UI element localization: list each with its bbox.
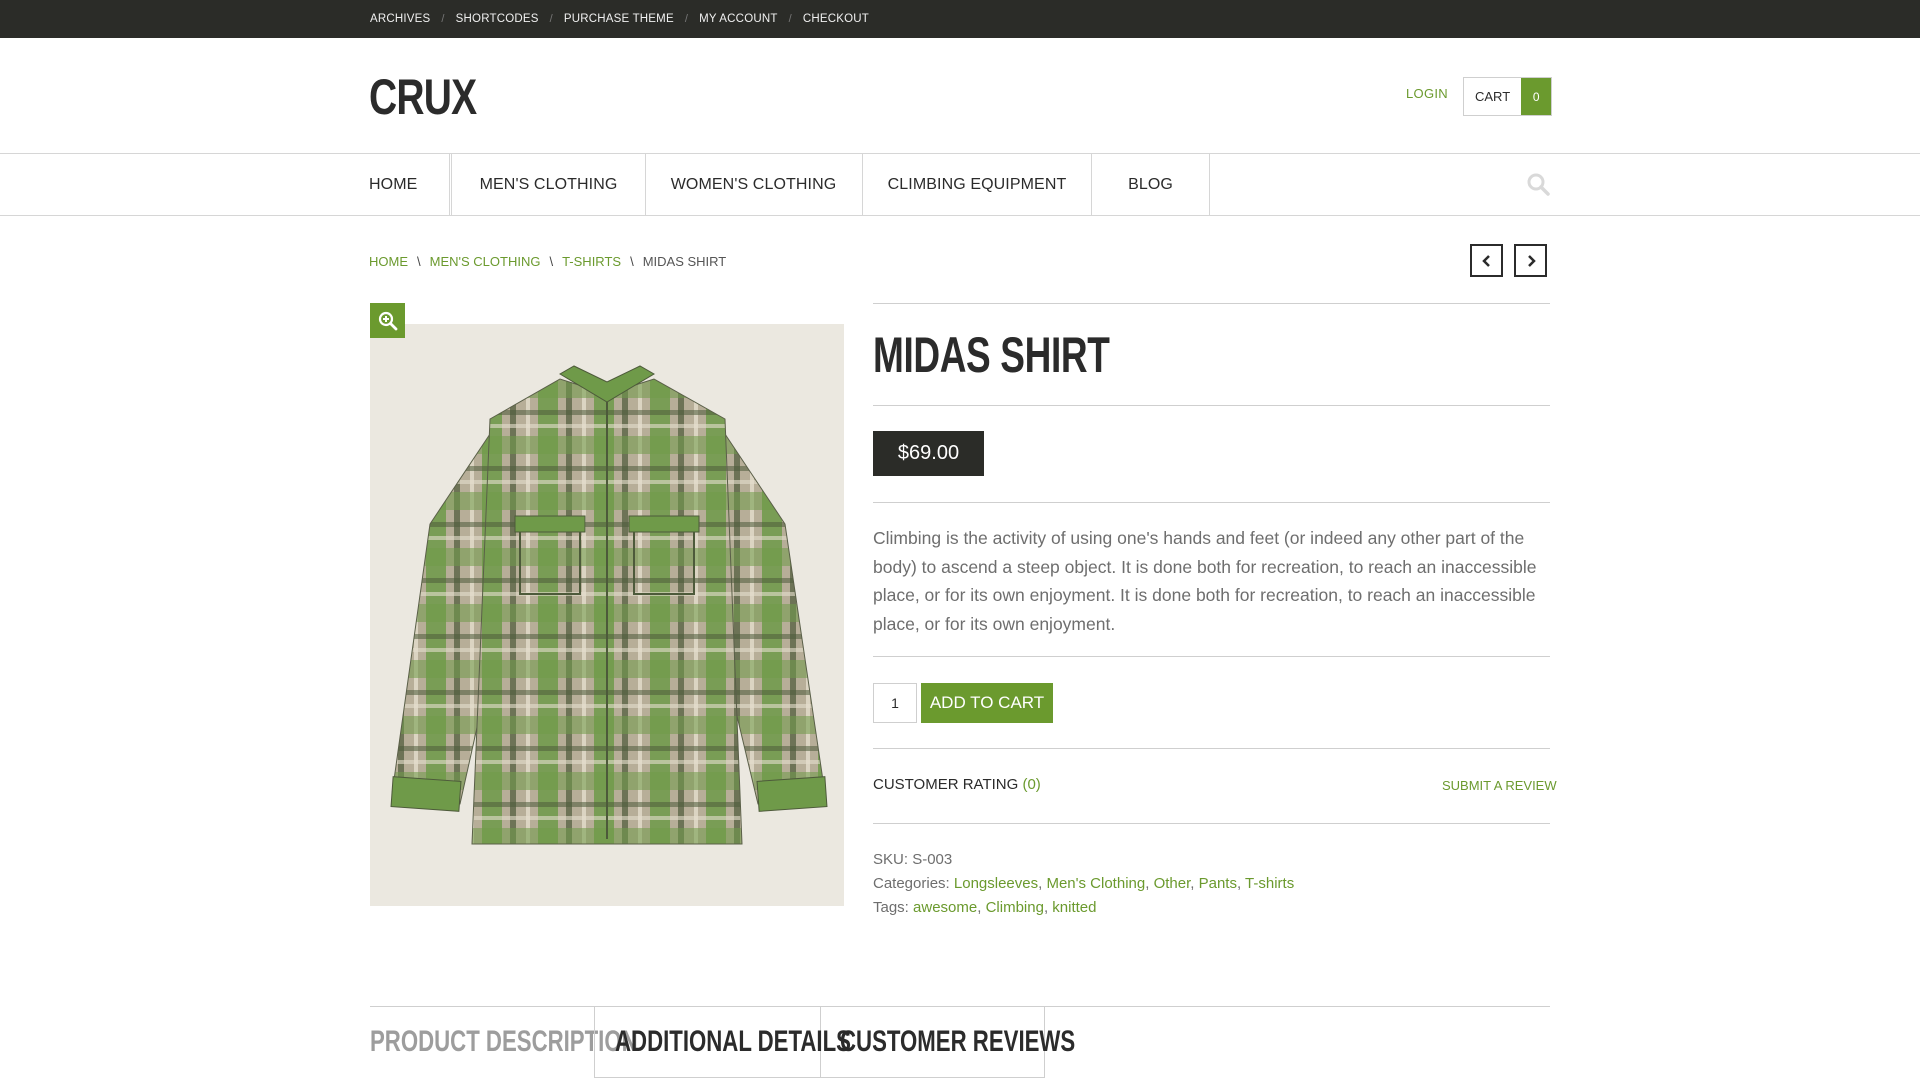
product-price: $69.00 [873, 431, 984, 476]
top-link-checkout[interactable]: CHECKOUT [803, 13, 869, 25]
product-categories: Categories: Longsleeves, Men's Clothing,… [873, 875, 1295, 892]
submit-review-link[interactable]: SUBMIT A REVIEW [1442, 778, 1557, 793]
rating-count[interactable]: (0) [1022, 776, 1040, 793]
product-description: Climbing is the activity of using one's … [873, 528, 1537, 634]
tag-link[interactable]: knitted [1052, 899, 1096, 916]
tab-product-description[interactable]: PRODUCT DESCRIPTION [370, 1006, 638, 1078]
category-link[interactable]: Pants [1199, 875, 1237, 892]
tag-link[interactable]: Climbing [986, 899, 1044, 916]
product-image[interactable] [370, 324, 844, 906]
search-icon[interactable] [1526, 172, 1550, 196]
nav-item-mens-clothing[interactable]: MEN'S CLOTHING [451, 154, 646, 215]
divider [873, 748, 1550, 749]
chevron-right-icon [1527, 254, 1536, 267]
zoom-button[interactable] [370, 303, 405, 338]
prev-product-button[interactable] [1470, 244, 1503, 277]
top-link-separator: / [549, 13, 553, 25]
categories-label: Categories: [873, 875, 950, 892]
top-link-purchase-theme[interactable]: PURCHASE THEME [564, 13, 674, 25]
category-link[interactable]: Men's Clothing [1046, 875, 1145, 892]
nav-item-womens-clothing[interactable]: WOMEN'S CLOTHING [645, 154, 863, 215]
top-link-separator: / [684, 13, 689, 25]
category-link[interactable]: T-shirts [1245, 875, 1294, 892]
tab-customer-reviews[interactable]: CUSTOMER REVIEWS [820, 1006, 1075, 1078]
top-link-separator: / [441, 13, 445, 25]
main-nav: HOME MEN'S CLOTHING WOMEN'S CLOTHING CLI… [0, 153, 1920, 216]
top-link-separator: / [788, 13, 792, 25]
tab-additional-details[interactable]: ADDITIONAL DETAILS [594, 1006, 851, 1078]
login-link[interactable]: LOGIN [1406, 86, 1448, 101]
breadcrumb-separator: \ [630, 254, 634, 269]
top-links: ARCHIVES / SHORTCODES / PURCHASE THEME /… [370, 0, 869, 38]
site-logo[interactable]: CRUX [369, 68, 477, 126]
divider [873, 405, 1550, 406]
breadcrumb-mens-clothing[interactable]: MEN'S CLOTHING [430, 254, 541, 269]
breadcrumb-current: MIDAS SHIRT [642, 254, 727, 269]
top-bar: ARCHIVES / SHORTCODES / PURCHASE THEME /… [0, 0, 1920, 38]
nav-item-home[interactable]: HOME [369, 154, 450, 215]
tab-label: CUSTOMER REVIEWS [840, 1024, 1076, 1058]
cart-button[interactable]: CART 0 [1463, 77, 1553, 116]
top-link-archives[interactable]: ARCHIVES [370, 13, 430, 25]
category-link[interactable]: Other [1154, 875, 1191, 892]
cart-count-badge: 0 [1521, 78, 1552, 115]
add-to-cart-button[interactable]: ADD TO CART [921, 683, 1053, 723]
shirt-image [370, 324, 844, 906]
breadcrumb-separator: \ [417, 254, 421, 269]
nav-item-climbing-equipment[interactable]: CLIMBING EQUIPMENT [863, 154, 1092, 215]
divider [873, 502, 1550, 503]
product-title: MIDAS SHIRT [873, 327, 1110, 383]
nav-item-blog[interactable]: BLOG [1092, 154, 1210, 215]
top-link-my-account[interactable]: MY ACCOUNT [699, 13, 777, 25]
breadcrumb: HOME \ MEN'S CLOTHING \ T-SHIRTS \ MIDAS… [369, 254, 726, 269]
cart-label: CART [1475, 89, 1511, 104]
zoom-in-icon [378, 311, 397, 330]
rating-label: CUSTOMER RATING [873, 776, 1019, 793]
customer-rating: CUSTOMER RATING (0) [873, 776, 1041, 793]
breadcrumb-home[interactable]: HOME [369, 254, 408, 269]
category-link[interactable]: Longsleeves [954, 875, 1038, 892]
tags-label: Tags: [873, 899, 909, 916]
divider [873, 823, 1550, 824]
sku-value: S-003 [912, 851, 953, 868]
product-sku: SKU: S-003 [873, 851, 952, 868]
chevron-left-icon [1481, 254, 1490, 267]
product-tags: Tags: awesome, Climbing, knitted [873, 899, 1097, 916]
breadcrumb-t-shirts[interactable]: T-SHIRTS [562, 254, 621, 269]
sku-label: SKU: [873, 851, 909, 868]
quantity-input[interactable]: 1 [873, 683, 917, 723]
tag-link[interactable]: awesome [913, 899, 977, 916]
breadcrumb-separator: \ [549, 254, 554, 269]
top-link-shortcodes[interactable]: SHORTCODES [456, 13, 539, 25]
divider [873, 303, 1550, 304]
tab-label: ADDITIONAL DETAILS [615, 1024, 851, 1058]
next-product-button[interactable] [1514, 244, 1547, 277]
divider [873, 656, 1550, 657]
